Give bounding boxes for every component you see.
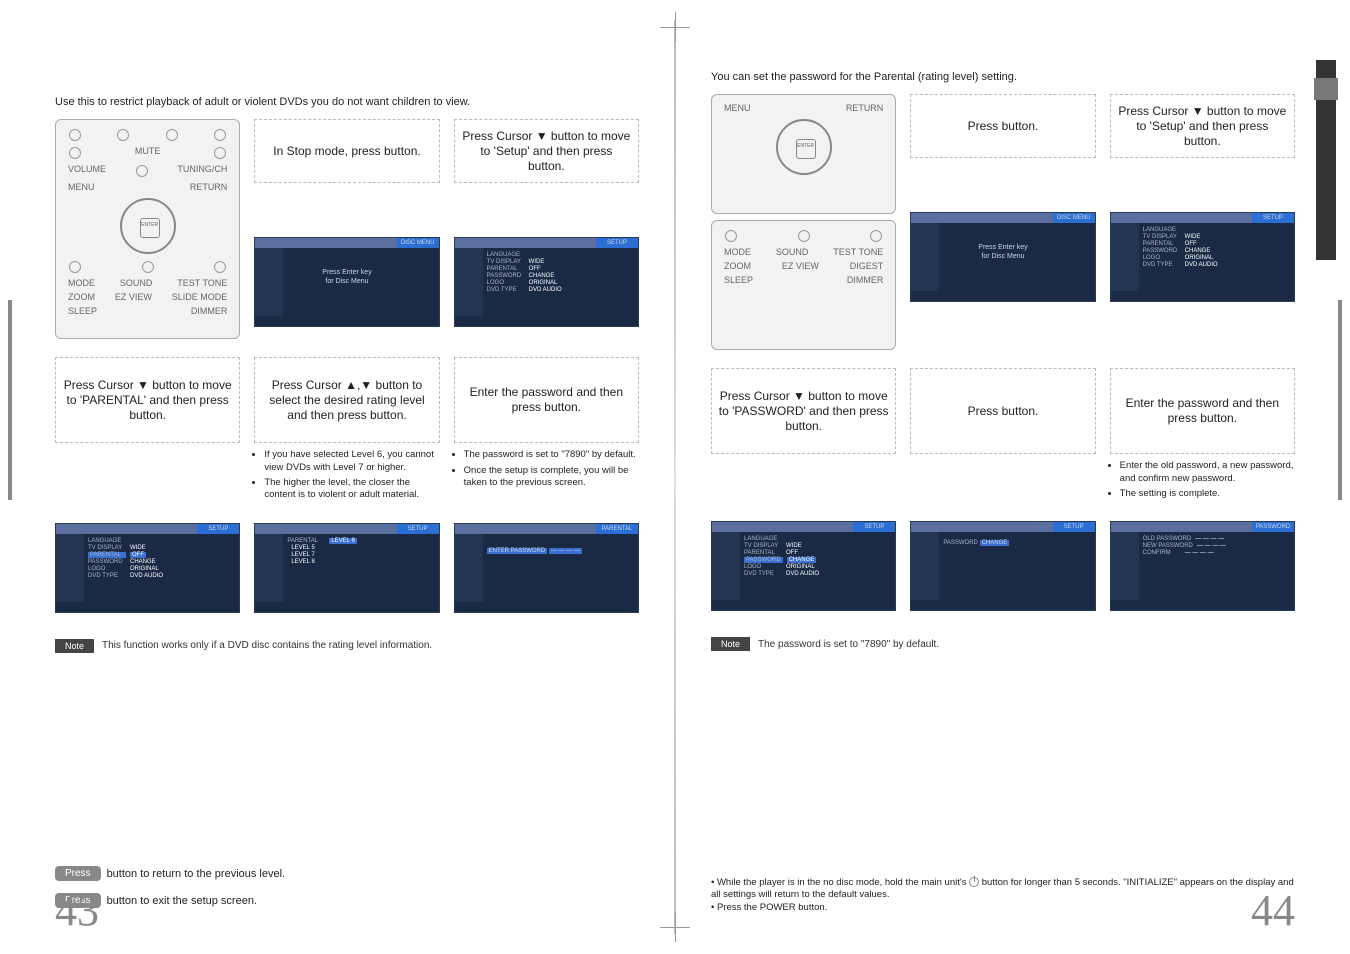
- r-step4-box: Press button.: [910, 368, 1095, 454]
- r-step1-box: Press button.: [910, 94, 1095, 158]
- osd-levels: SETUP PARENTALLEVEL 6 LEVEL 5 LEVEL 7 LE…: [254, 523, 439, 613]
- step2-text: Press Cursor ▼ button to move to 'Setup'…: [461, 129, 632, 174]
- r-step2-box: Press Cursor ▼ button to move to 'Setup'…: [1110, 94, 1295, 158]
- press-pill-1: Press: [55, 866, 101, 881]
- section-tabs: [1316, 60, 1336, 260]
- step1-box: In Stop mode, press button.: [254, 119, 439, 183]
- page-number-right: 44: [1251, 885, 1295, 936]
- step5-bullets: The password is set to "7890" by default…: [454, 449, 639, 489]
- note-tag: Note: [55, 639, 94, 653]
- osd-setup-r: SETUP LANGUAGE TV DISPLAYWIDE PARENTALOF…: [1110, 212, 1295, 302]
- osd-discmenu-r: DISC MENU Press Enter keyfor Disc Menu: [910, 212, 1095, 302]
- osd-change: SETUP PASSWORD CHANGE: [910, 521, 1095, 611]
- pill2-text: button to exit the setup screen.: [107, 895, 257, 907]
- lead-text-left: Use this to restrict playback of adult o…: [55, 95, 639, 109]
- r-step2-text: Press Cursor ▼ button to move to 'Setup'…: [1117, 104, 1288, 149]
- note-text-right: The password is set to "7890" by default…: [758, 639, 939, 650]
- r-step3-text: Press Cursor ▼ button to move to 'PASSWO…: [718, 389, 889, 434]
- osd-tab: SETUP: [596, 238, 638, 248]
- osd-password-hl: SETUP LANGUAGE TV DISPLAYWIDE PARENTALOF…: [711, 521, 896, 611]
- step1-text: In Stop mode, press button.: [261, 144, 432, 159]
- r-step5-text: Enter the password and then press button…: [1117, 396, 1288, 426]
- step2-box: Press Cursor ▼ button to move to 'Setup'…: [454, 119, 639, 183]
- step5-text: Enter the password and then press button…: [461, 385, 632, 415]
- step4-box: Press Cursor ▲,▼ button to select the de…: [254, 357, 439, 443]
- r-step1-text: Press button.: [917, 119, 1088, 134]
- dpad-icon: ENTER: [776, 119, 832, 175]
- page-left: Setting the Parental Use this to restric…: [0, 0, 674, 954]
- page-number-left: 43: [55, 885, 99, 936]
- step3-box: Press Cursor ▼ button to move to 'PARENT…: [55, 357, 240, 443]
- remote-illustration: MUTE VOLUMETUNING/CH MENURETURN ENTER MO…: [55, 119, 240, 339]
- step4-text: Press Cursor ▲,▼ button to select the de…: [261, 378, 432, 423]
- power-icon: [969, 877, 979, 887]
- step4-bullets: If you have selected Level 6, you cannot…: [254, 449, 439, 501]
- osd-discmenu-1: DISC MENU Press Enter keyfor Disc Menu: [254, 237, 439, 327]
- r-step3-box: Press Cursor ▼ button to move to 'PASSWO…: [711, 368, 896, 454]
- remote-top: MENURETURN ENTER: [711, 94, 896, 214]
- dpad-icon: ENTER: [120, 198, 176, 254]
- step5-box: Enter the password and then press button…: [454, 357, 639, 443]
- page-right: You can set the password for the Parenta…: [676, 0, 1350, 954]
- osd-setup-1: SETUP LANGUAGE TV DISPLAYWIDE PARENTALOF…: [454, 237, 639, 327]
- osd-parental-hl: SETUP LANGUAGE TV DISPLAYWIDE PARENTALOF…: [55, 523, 240, 613]
- pill1-text: button to return to the previous level.: [107, 868, 286, 880]
- osd-password-change: PASSWORD OLD PASSWORD— — — — NEW PASSWOR…: [1110, 521, 1295, 611]
- r-step5-box: Enter the password and then press button…: [1110, 368, 1295, 454]
- forgot-block: • While the player is in the no disc mod…: [711, 877, 1295, 914]
- note-tag-r: Note: [711, 637, 750, 651]
- remote-bottom: MODESOUNDTEST TONE ZOOMEZ VIEWDIGEST SLE…: [711, 220, 896, 350]
- note-text-left: This function works only if a DVD disc c…: [102, 640, 432, 651]
- lead-text-right: You can set the password for the Parenta…: [711, 70, 1295, 84]
- step3-text: Press Cursor ▼ button to move to 'PARENT…: [62, 378, 233, 423]
- osd-password-entry: PARENTAL ENTER PASSWORD — — — —: [454, 523, 639, 613]
- osd-tab: DISC MENU: [397, 238, 439, 248]
- r-step5-bullets: Enter the old password, a new password, …: [1110, 460, 1295, 500]
- r-step4-text: Press button.: [917, 404, 1088, 419]
